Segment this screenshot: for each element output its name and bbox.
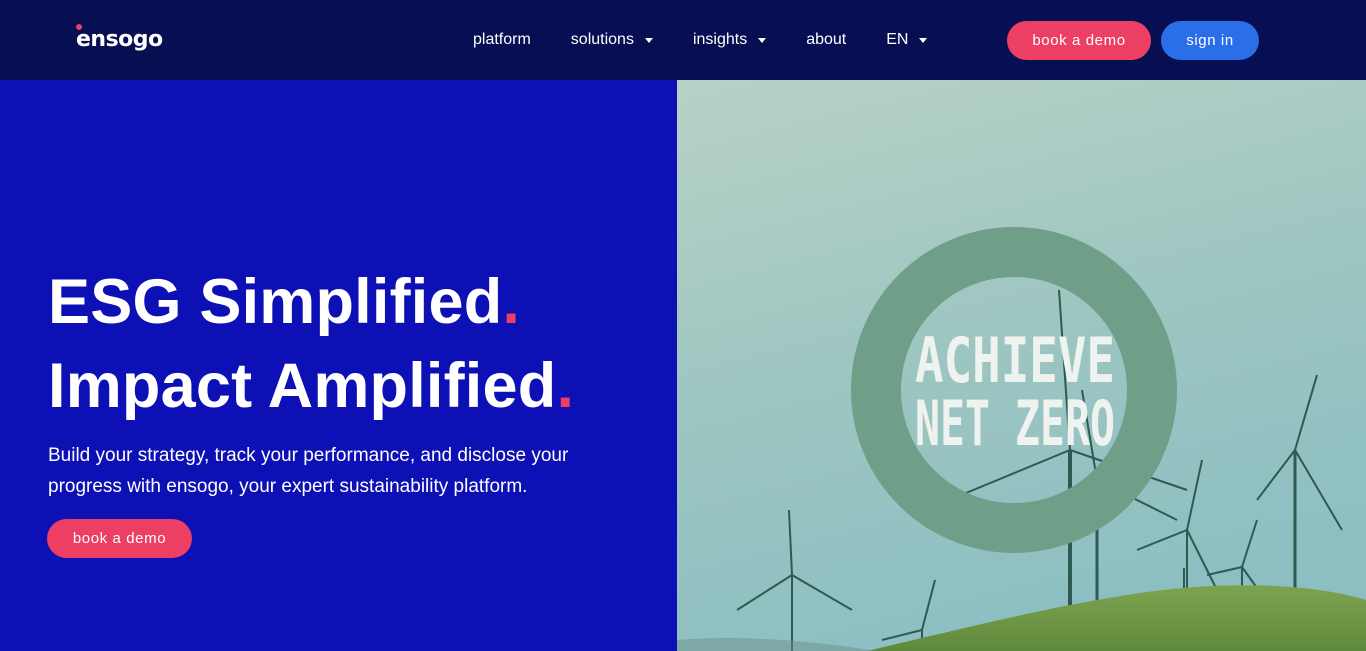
book-demo-button[interactable]: book a demo xyxy=(1007,21,1151,60)
hero-subtitle: Build your strategy, track your performa… xyxy=(48,445,569,497)
nav-item-label: solutions xyxy=(570,31,634,48)
headline-text: Impact Amplified xyxy=(48,351,557,421)
headline-accent-dot: . xyxy=(556,351,575,421)
hero-book-demo-button[interactable]: book a demo xyxy=(47,519,192,558)
sign-in-button[interactable]: sign in xyxy=(1161,21,1259,60)
nav-item-platform[interactable]: platform xyxy=(473,31,531,49)
nav-item-insights[interactable]: insights xyxy=(692,31,767,49)
nav-item-label: insights xyxy=(692,31,748,48)
ring-text-line2: NET ZERO xyxy=(915,387,1115,460)
caret-down-icon xyxy=(758,38,767,43)
ensogo-logo[interactable]: ensogo xyxy=(76,22,163,56)
navbar: ensogo platform solutions insights about… xyxy=(0,0,1366,80)
headline-text: ESG Simplified xyxy=(48,267,503,337)
logo-text: ensogo xyxy=(76,26,163,52)
headline-accent-dot: . xyxy=(502,267,521,337)
nav-item-label: platform xyxy=(473,31,531,48)
caret-down-icon xyxy=(644,38,653,43)
hero-headline-line2: Impact Amplified. xyxy=(48,355,574,418)
language-label: EN xyxy=(886,31,909,48)
hero-headline-line1: ESG Simplified. xyxy=(48,271,520,334)
nav-item-about[interactable]: about xyxy=(806,31,846,49)
nav-actions: book a demo sign in xyxy=(1007,21,1259,60)
hero-text-panel: ESG Simplified. Impact Amplified. Build … xyxy=(0,80,677,651)
language-selector[interactable]: EN xyxy=(886,31,928,49)
hero-image: ACHIEVE NET ZERO xyxy=(677,80,1366,651)
main-nav: platform solutions insights about EN xyxy=(473,0,967,80)
caret-down-icon xyxy=(919,38,928,43)
nav-item-solutions[interactable]: solutions xyxy=(571,31,653,49)
net-zero-illustration: ACHIEVE NET ZERO xyxy=(677,80,1366,651)
nav-item-label: about xyxy=(806,31,847,48)
